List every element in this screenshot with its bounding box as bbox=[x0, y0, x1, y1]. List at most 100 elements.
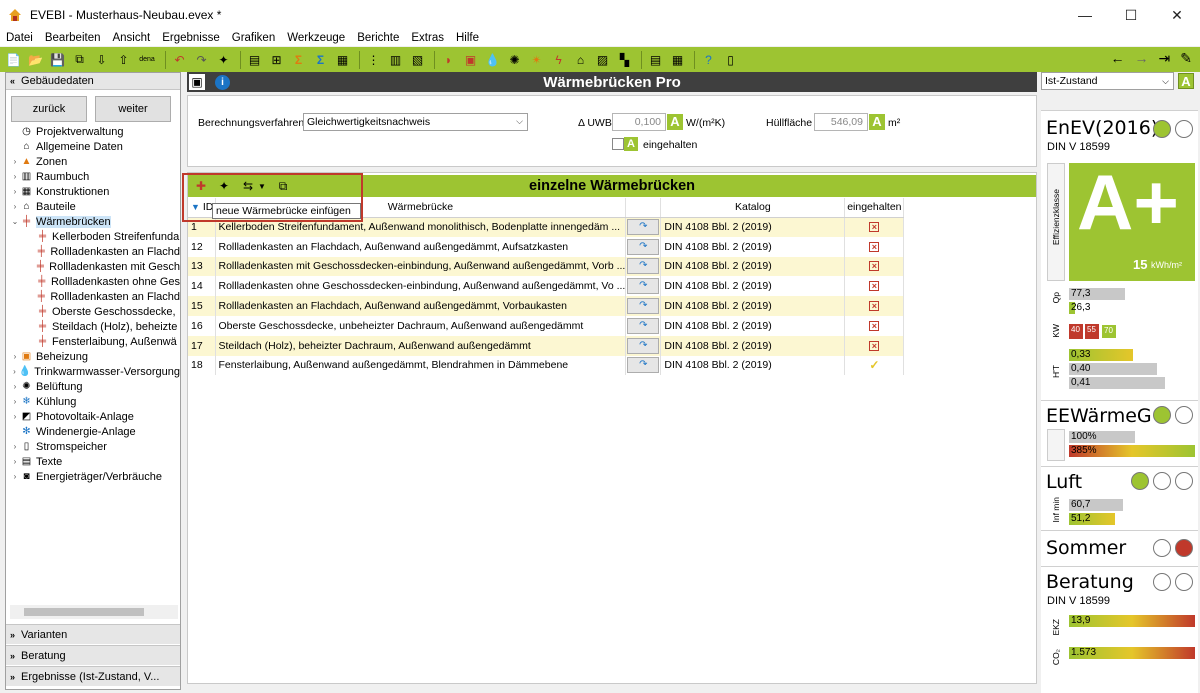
menu-hilfe[interactable]: Hilfe bbox=[450, 32, 485, 44]
scroll-thumb[interactable] bbox=[24, 608, 144, 616]
horizontal-scrollbar[interactable] bbox=[10, 605, 178, 619]
minimize-button[interactable]: — bbox=[1062, 0, 1108, 30]
expand-chevron-icon[interactable]: › bbox=[10, 412, 20, 421]
open-folder-icon[interactable]: 📂 bbox=[26, 50, 45, 69]
wizard-icon[interactable]: ✦ bbox=[214, 50, 233, 69]
save-icon[interactable]: 💾 bbox=[48, 50, 67, 69]
open-catalog-button[interactable]: ↷ bbox=[627, 278, 660, 295]
tree-item[interactable]: ╪ Oberste Geschossdecke, bbox=[10, 304, 180, 319]
expand-chevron-icon[interactable]: › bbox=[10, 472, 20, 481]
tree-item[interactable]: ╪ Fensterlaibung, Außenwä bbox=[10, 334, 180, 349]
tree-item[interactable]: ⌂ Allgemeine Daten bbox=[10, 139, 180, 154]
redo-icon[interactable]: ↷ bbox=[192, 50, 211, 69]
grid-icon[interactable]: ▥ bbox=[386, 50, 405, 69]
eingehalten-checkbox[interactable] bbox=[612, 138, 624, 150]
next-button[interactable]: weiter bbox=[95, 96, 171, 122]
section-ergebnisse[interactable]: » Ergebnisse (Ist-Zustand, V... bbox=[6, 666, 180, 686]
ventilation-icon[interactable]: ✺ bbox=[505, 50, 524, 69]
power-icon[interactable]: ϟ bbox=[549, 50, 568, 69]
tree-item[interactable]: ╪ Steildach (Holz), beheizte bbox=[10, 319, 180, 334]
back-arrow-icon[interactable]: ← bbox=[1111, 50, 1125, 67]
tree-item[interactable]: › ▣ Beheizung bbox=[10, 349, 180, 364]
heating-tool-icon[interactable]: ◗ bbox=[439, 50, 458, 69]
hierarchy-icon[interactable]: ⋮ bbox=[364, 50, 383, 69]
menu-ansicht[interactable]: Ansicht bbox=[106, 32, 156, 44]
structure-icon[interactable]: ⊞ bbox=[267, 50, 286, 69]
document-icon[interactable]: ▤ bbox=[245, 50, 264, 69]
expand-chevron-icon[interactable]: › bbox=[10, 157, 20, 166]
close-button[interactable]: ✕ bbox=[1154, 0, 1200, 30]
expanded-chevron-icon[interactable]: ⌄ bbox=[10, 217, 20, 226]
sum-blue-icon[interactable]: Σ bbox=[311, 50, 330, 69]
water-icon[interactable]: 💧 bbox=[483, 50, 502, 69]
tree-item[interactable]: ✻ Windenergie-Anlage bbox=[10, 424, 180, 439]
calc-method-select[interactable]: Gleichwertigkeitsnachweis ⌵ bbox=[303, 113, 528, 131]
cell-action[interactable]: ↷ bbox=[625, 236, 662, 257]
tree-item[interactable]: ╪ Rollladenkasten mit Gesch bbox=[10, 259, 180, 274]
tree-item[interactable]: › ▲ Zonen bbox=[10, 154, 180, 169]
open-catalog-button[interactable]: ↷ bbox=[627, 258, 660, 275]
tree-item[interactable]: ╪ Rollladenkasten an Flachd bbox=[10, 244, 180, 259]
tree-item[interactable]: › 💧 Trinkwarmwasser-Versorgung bbox=[10, 364, 180, 379]
info-icon[interactable]: i bbox=[215, 74, 230, 90]
open-catalog-button[interactable]: ↷ bbox=[627, 219, 660, 236]
table-row[interactable]: 12 Rollladenkasten an Flachdach, Außenwan… bbox=[188, 236, 905, 257]
undo-icon[interactable]: ↶ bbox=[170, 50, 189, 69]
image-icon[interactable]: ▨ bbox=[593, 50, 612, 69]
chart-icon[interactable]: ▚ bbox=[615, 50, 634, 69]
open-catalog-button[interactable]: ↷ bbox=[627, 317, 660, 334]
tree-item[interactable]: › ❄ Kühlung bbox=[10, 394, 180, 409]
help-icon[interactable]: ? bbox=[699, 50, 718, 69]
open-catalog-button[interactable]: ↷ bbox=[627, 357, 660, 374]
expand-chevron-icon[interactable]: › bbox=[10, 187, 20, 196]
tree-item[interactable]: › ◩ Photovoltaik-Anlage bbox=[10, 409, 180, 424]
menu-berichte[interactable]: Berichte bbox=[351, 32, 405, 44]
tree-item[interactable]: › ▤ Texte bbox=[10, 454, 180, 469]
expand-chevron-icon[interactable]: › bbox=[10, 442, 20, 451]
tree-item[interactable]: ╪ Rollladenkasten an Flachd bbox=[10, 289, 180, 304]
tree-item[interactable]: › ✺ Belüftung bbox=[10, 379, 180, 394]
copy-icon[interactable]: ⧉ bbox=[70, 50, 89, 69]
table-icon[interactable]: ▦ bbox=[333, 50, 352, 69]
report-icon[interactable]: ▤ bbox=[646, 50, 665, 69]
tree-item[interactable]: › ▦ Konstruktionen bbox=[10, 184, 180, 199]
table-row[interactable]: 18 Fensterlaibung, Außenwand außengedämmt… bbox=[188, 355, 905, 376]
section-beratung[interactable]: » Beratung bbox=[6, 645, 180, 665]
cell-action[interactable]: ↷ bbox=[625, 355, 662, 376]
expand-chevron-icon[interactable]: › bbox=[10, 172, 20, 181]
table-row[interactable]: 15 Rollladenkasten an Flachdach, Außenwan… bbox=[188, 296, 905, 316]
jump-icon[interactable]: ⇥ bbox=[1159, 50, 1171, 67]
menu-extras[interactable]: Extras bbox=[405, 32, 450, 44]
dena-icon[interactable]: dena bbox=[136, 50, 158, 69]
forward-arrow-icon[interactable]: → bbox=[1135, 50, 1149, 67]
uwb-field[interactable]: 0,100 bbox=[612, 113, 666, 131]
menu-bearbeiten[interactable]: Bearbeiten bbox=[39, 32, 107, 44]
panel-header-gebaeudedaten[interactable]: « Gebäudedaten bbox=[6, 73, 180, 90]
tree-item[interactable]: › ▥ Raumbuch bbox=[10, 169, 180, 184]
open-catalog-button[interactable]: ↷ bbox=[627, 238, 660, 255]
tree-item[interactable]: ◷ Projektverwaltung bbox=[10, 124, 180, 139]
sum-icon[interactable]: Σ bbox=[289, 50, 308, 69]
new-file-icon[interactable]: 📄 bbox=[4, 50, 23, 69]
tree-item[interactable]: ⌄ ╪ Wärmebrücken bbox=[10, 214, 180, 229]
tree-item[interactable]: › ▯ Stromspeicher bbox=[10, 439, 180, 454]
table-row[interactable]: 13 Rollladenkasten mit Geschossdecken-ein… bbox=[188, 256, 905, 277]
tree-item[interactable]: › ⌂ Bauteile bbox=[10, 199, 180, 214]
ruler-icon[interactable]: ✎ bbox=[1180, 50, 1192, 67]
table-row[interactable]: 17 Steildach (Holz), beheizter Dachraum, … bbox=[188, 335, 905, 356]
expand-chevron-icon[interactable]: › bbox=[10, 457, 20, 466]
cell-action[interactable]: ↷ bbox=[625, 276, 662, 297]
tree-item[interactable]: ╪ Kellerboden Streifenfunda bbox=[10, 229, 180, 244]
table-row[interactable]: 16 Oberste Geschossdecke, unbeheizter Dac… bbox=[188, 315, 905, 336]
expand-chevron-icon[interactable]: › bbox=[10, 202, 20, 211]
open-catalog-button[interactable]: ↷ bbox=[627, 337, 660, 354]
menu-werkzeuge[interactable]: Werkzeuge bbox=[281, 32, 351, 44]
menu-grafiken[interactable]: Grafiken bbox=[226, 32, 281, 44]
cell-action[interactable]: ↷ bbox=[625, 256, 662, 277]
col-header-katalog[interactable]: Katalog bbox=[660, 198, 846, 218]
sun-icon[interactable]: ✴ bbox=[527, 50, 546, 69]
tree-item[interactable]: › ◙ Energieträger/Verbräuche bbox=[10, 469, 180, 484]
layers-icon[interactable]: ▧ bbox=[408, 50, 427, 69]
cell-action[interactable]: ↷ bbox=[625, 315, 662, 336]
boiler-icon[interactable]: ▣ bbox=[461, 50, 480, 69]
